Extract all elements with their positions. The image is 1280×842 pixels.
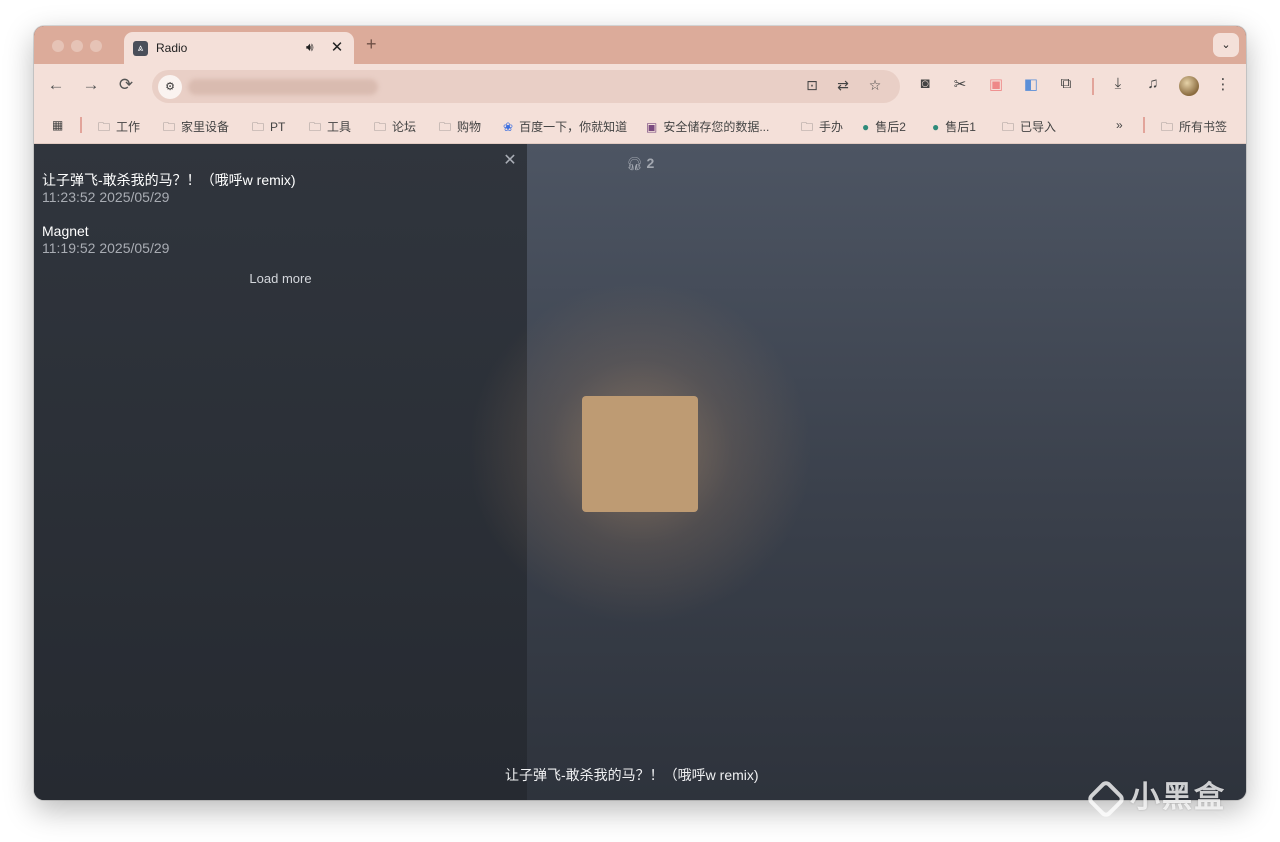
bookmark-item[interactable]: 🗀 工作 (98, 118, 140, 139)
bookmark-item[interactable]: ▣ 安全储存您的数据... (646, 118, 769, 135)
folder-icon: 🗀 (163, 120, 176, 134)
bookmark-item[interactable]: 🗀 PT (252, 118, 285, 139)
address-bar[interactable]: ⚙ ⊡ ⇄ ☆ (152, 70, 900, 103)
heybox-logo-icon (1085, 778, 1127, 820)
toolbar: ← → ⟳ ⚙ ⊡ ⇄ ☆ ◙ ✂ ▣ ◧ ⧉ ⤓ ♫ ⋮ (34, 64, 1246, 108)
baidu-icon: ❀ (503, 120, 514, 134)
bookmark-item[interactable]: 🗀 工具 (309, 118, 351, 139)
bookmark-divider (80, 117, 82, 133)
puzzle-icon[interactable]: ⧉ (1055, 75, 1077, 92)
site-icon: ● (932, 120, 940, 134)
extension-blue-icon[interactable]: ◧ (1020, 75, 1042, 93)
headphones-icon: 🎧︎ (626, 156, 643, 171)
tab-radio[interactable]: ⩓ Radio 🔊︎ ✕ (124, 32, 354, 64)
folder-icon: 🗀 (374, 120, 387, 134)
close-icon[interactable]: ✕ (501, 150, 519, 170)
close-icon[interactable]: ✕ (329, 38, 345, 56)
folder-icon: 🗀 (801, 120, 814, 134)
url-text-blurred (188, 79, 378, 95)
bookmark-item[interactable]: ● 售后1 (932, 118, 976, 135)
tab-search-button[interactable]: ⌄ (1213, 33, 1239, 57)
bookmark-star-icon[interactable]: ☆ (865, 77, 885, 94)
all-bookmarks-button[interactable]: 🗀 所有书签 (1161, 118, 1227, 139)
bookmark-divider (1143, 117, 1145, 133)
history-item[interactable]: Magnet 11:19:52 2025/05/29 (42, 222, 169, 257)
history-item-time: 11:19:52 2025/05/29 (42, 240, 170, 256)
new-tab-button[interactable]: + (366, 34, 377, 55)
download-icon[interactable]: ⤓ (1107, 75, 1129, 92)
listener-count: 🎧︎ 2 (626, 155, 655, 171)
album-cover (582, 396, 698, 512)
close-window-button[interactable] (52, 40, 64, 52)
minimize-window-button[interactable] (71, 40, 83, 52)
folder-icon: 🗀 (1161, 120, 1174, 134)
toolbar-divider (1092, 78, 1094, 95)
profile-avatar[interactable] (1179, 76, 1199, 96)
folder-icon: 🗀 (439, 120, 452, 134)
apps-grid-icon[interactable]: ▦ (52, 118, 63, 132)
translate-icon[interactable]: ⇄ (833, 77, 853, 94)
folder-icon: 🗀 (98, 120, 111, 134)
tab-strip: ⩓ Radio 🔊︎ ✕ + ⌄ (34, 26, 1246, 64)
site-icon: ● (862, 120, 870, 134)
forward-button[interactable]: → (81, 75, 101, 95)
site-icon: ▣ (646, 120, 658, 134)
bookmark-item[interactable]: 🗀 已导入 (1002, 118, 1056, 139)
install-app-icon[interactable]: ⊡ (802, 77, 822, 94)
bookmark-item[interactable]: 🗀 家里设备 (163, 118, 229, 139)
bookmark-item[interactable]: ● 售后2 (862, 118, 906, 135)
extension-icon[interactable]: ◙ (914, 75, 936, 92)
bookmark-item[interactable]: 🗀 购物 (439, 118, 481, 139)
bookmarks-bar: ▦ 🗀 工作 🗀 家里设备 🗀 PT 🗀 工具 🗀 论坛 🗀 购物 ❀ 百度一下，你就知道 ▣… (34, 108, 1246, 144)
menu-icon[interactable]: ⋮ (1212, 75, 1234, 93)
bookmark-item[interactable]: 🗀 论坛 (374, 118, 416, 139)
history-item[interactable]: 让子弹飞-敢杀我的马？！（哦呼w remix) 11:23:52 2025/05… (42, 171, 296, 206)
screenshot-icon[interactable]: ✂ (949, 75, 971, 93)
bookmarks-overflow-button[interactable]: » (1116, 118, 1123, 132)
folder-icon: 🗀 (1002, 120, 1015, 134)
radio-page: ✕ 让子弹飞-敢杀我的马？！（哦呼w remix) 11:23:52 2025/… (34, 144, 1246, 800)
reload-button[interactable]: ⟳ (116, 75, 136, 95)
tv-extension-icon[interactable]: ▣ (985, 75, 1007, 93)
tab-title: Radio (156, 41, 188, 55)
speaker-icon[interactable]: 🔊︎ (306, 40, 314, 55)
media-controls-icon[interactable]: ♫ (1142, 75, 1164, 92)
load-more-button[interactable]: Load more (34, 271, 527, 286)
history-item-title: 让子弹飞-敢杀我的马？！（哦呼w remix) (42, 172, 296, 188)
history-item-time: 11:23:52 2025/05/29 (42, 189, 170, 205)
now-playing-title: 让子弹飞-敢杀我的马？！（哦呼w remix) (505, 767, 759, 783)
watermark: 小黑盒 (1085, 772, 1226, 820)
history-panel: ✕ 让子弹飞-敢杀我的马？！（哦呼w remix) 11:23:52 2025/… (34, 144, 527, 800)
site-settings-icon[interactable]: ⚙ (158, 75, 182, 99)
folder-icon: 🗀 (252, 120, 265, 134)
maximize-window-button[interactable] (90, 40, 102, 52)
history-item-title: Magnet (42, 223, 89, 239)
bookmark-item[interactable]: 🗀 手办 (801, 118, 843, 139)
bookmark-item[interactable]: ❀ 百度一下，你就知道 (503, 118, 627, 135)
browser-window: ⩓ Radio 🔊︎ ✕ + ⌄ ← → ⟳ ⚙ ⊡ ⇄ ☆ ◙ ✂ ▣ ◧ ⧉… (34, 26, 1246, 800)
back-button[interactable]: ← (46, 75, 66, 95)
folder-icon: 🗀 (309, 120, 322, 134)
radio-app-icon: ⩓ (133, 41, 148, 56)
